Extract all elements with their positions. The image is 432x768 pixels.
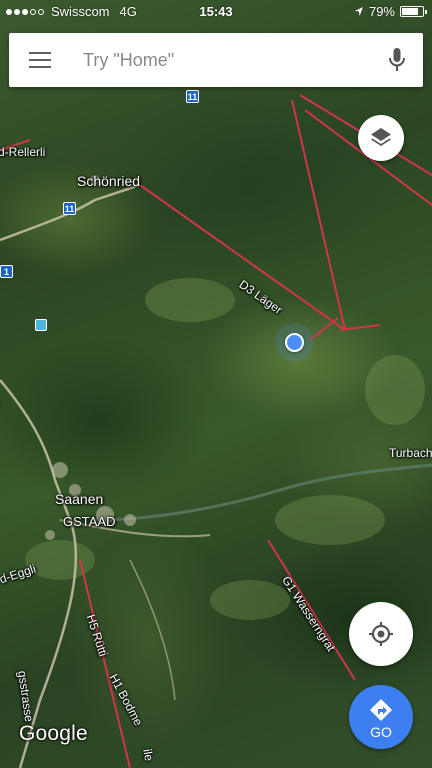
- status-bar: Swisscom 4G 15:43 79%: [0, 0, 432, 24]
- current-location-dot: [285, 333, 304, 352]
- search-bar: [9, 33, 423, 87]
- menu-icon[interactable]: [29, 50, 51, 70]
- battery-level-fill: [402, 8, 418, 15]
- place-label-turbach: Turbach: [389, 446, 432, 460]
- place-label-rellerli: d-Rellerli: [0, 145, 46, 159]
- battery-icon: [400, 6, 427, 17]
- google-logo: Google: [19, 722, 88, 745]
- route-shield-1: 1: [0, 265, 13, 278]
- layers-icon: [371, 128, 391, 146]
- my-location-button[interactable]: [349, 602, 413, 666]
- layers-button[interactable]: [358, 115, 404, 161]
- go-label: GO: [370, 724, 392, 740]
- place-label-gstaad: GSTAAD: [63, 514, 116, 529]
- search-input[interactable]: [83, 41, 373, 79]
- microphone-icon[interactable]: [387, 47, 407, 73]
- bus-stop-icon[interactable]: [35, 319, 47, 331]
- crosshair-icon: [369, 622, 393, 646]
- location-arrow-icon: [354, 7, 363, 16]
- battery-percent: 79%: [368, 4, 395, 19]
- route-shield-11: 11: [63, 202, 76, 215]
- road-label-ile: ile: [140, 747, 157, 763]
- place-label-schonried: Schönried: [77, 173, 141, 189]
- route-shield-11: 11: [186, 90, 199, 103]
- place-label-saanen: Saanen: [55, 491, 104, 507]
- go-directions-button[interactable]: GO: [349, 685, 413, 749]
